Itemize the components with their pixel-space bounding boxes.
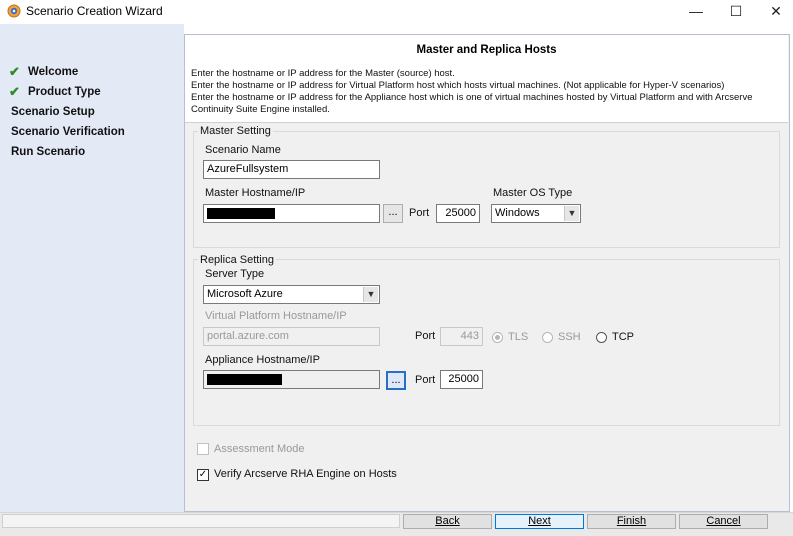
step-scenario-setup[interactable]: Scenario Setup	[11, 106, 95, 118]
maximize-button[interactable]: ☐	[716, 0, 756, 24]
step-completed-check-icon: ✔	[9, 64, 20, 79]
replica-setting-legend: Replica Setting	[198, 254, 276, 266]
master-hostname-input[interactable]	[203, 204, 380, 223]
server-type-label: Server Type	[205, 268, 265, 280]
vp-port-input[interactable]: 443	[440, 327, 483, 346]
master-os-type-label: Master OS Type	[493, 187, 573, 199]
step-run-scenario[interactable]: Run Scenario	[11, 146, 85, 158]
step-scenario-verification[interactable]: Scenario Verification	[11, 126, 125, 138]
verify-engine-checkbox[interactable]: ✓	[197, 469, 209, 481]
back-button-label: Back	[435, 515, 460, 527]
arcserve-app-icon	[7, 4, 21, 18]
close-button[interactable]: ✕	[756, 0, 793, 24]
master-port-label: Port	[409, 207, 430, 219]
appliance-browse-button[interactable]: ...	[386, 371, 406, 390]
redacted-value	[207, 208, 275, 219]
finish-button[interactable]: Finish	[587, 514, 676, 529]
window-title: Scenario Creation Wizard	[26, 4, 163, 18]
cancel-button[interactable]: Cancel	[679, 514, 768, 529]
master-port-input[interactable]: 25000	[436, 204, 480, 223]
master-browse-button[interactable]: ...	[383, 204, 403, 223]
description-line: Continuity Suite Engine installed.	[191, 104, 330, 115]
step-product-type[interactable]: Product Type	[28, 86, 101, 98]
master-hostname-label: Master Hostname/IP	[205, 187, 306, 199]
appliance-port-label: Port	[415, 374, 436, 386]
maximize-icon: ☐	[729, 3, 743, 19]
redacted-value	[207, 374, 282, 385]
master-os-type-value: Windows	[495, 207, 540, 219]
scenario-name-input[interactable]: AzureFullsystem	[203, 160, 380, 179]
step-welcome[interactable]: Welcome	[28, 66, 78, 78]
ssh-radio[interactable]	[542, 332, 553, 343]
vp-hostname-input[interactable]: portal.azure.com	[203, 327, 380, 346]
description-line: Enter the hostname or IP address for the…	[191, 68, 455, 79]
ssh-label: SSH	[558, 331, 581, 343]
back-button[interactable]: Back	[403, 514, 492, 529]
chevron-down-icon: ▼	[564, 206, 579, 221]
appliance-hostname-input[interactable]	[203, 370, 380, 389]
cancel-button-label: Cancel	[706, 515, 741, 527]
server-type-value: Microsoft Azure	[207, 288, 283, 300]
chevron-down-icon: ▼	[363, 287, 378, 302]
appliance-hostname-label: Appliance Hostname/IP	[205, 354, 320, 366]
checkmark-icon: ✓	[198, 469, 208, 480]
minimize-icon: —	[689, 3, 703, 19]
appliance-port-input[interactable]: 25000	[440, 370, 483, 389]
description-line: Enter the hostname or IP address for the…	[191, 92, 753, 103]
minimize-button[interactable]: —	[676, 0, 716, 24]
verify-engine-label: Verify Arcserve RHA Engine on Hosts	[214, 468, 397, 480]
close-icon: ✕	[770, 3, 782, 19]
finish-button-label: Finish	[616, 515, 647, 527]
master-os-type-select[interactable]: Windows ▼	[491, 204, 581, 223]
tls-radio[interactable]	[492, 332, 503, 343]
assessment-mode-label: Assessment Mode	[214, 443, 305, 455]
master-setting-legend: Master Setting	[198, 125, 273, 137]
server-type-select[interactable]: Microsoft Azure ▼	[203, 285, 380, 304]
tcp-label: TCP	[612, 331, 634, 343]
assessment-mode-checkbox[interactable]	[197, 443, 209, 455]
progress-track	[2, 514, 400, 528]
tcp-radio[interactable]	[596, 332, 607, 343]
next-button-label: Next	[528, 515, 551, 527]
vp-port-label: Port	[415, 330, 436, 342]
tls-label: TLS	[508, 331, 529, 343]
vp-hostname-label: Virtual Platform Hostname/IP	[205, 310, 347, 322]
page-title: Master and Replica Hosts	[416, 44, 557, 56]
description-line: Enter the hostname or IP address for Vir…	[191, 80, 725, 91]
next-button[interactable]: Next	[495, 514, 584, 529]
scenario-name-label: Scenario Name	[205, 144, 281, 156]
step-completed-check-icon: ✔	[9, 84, 20, 99]
